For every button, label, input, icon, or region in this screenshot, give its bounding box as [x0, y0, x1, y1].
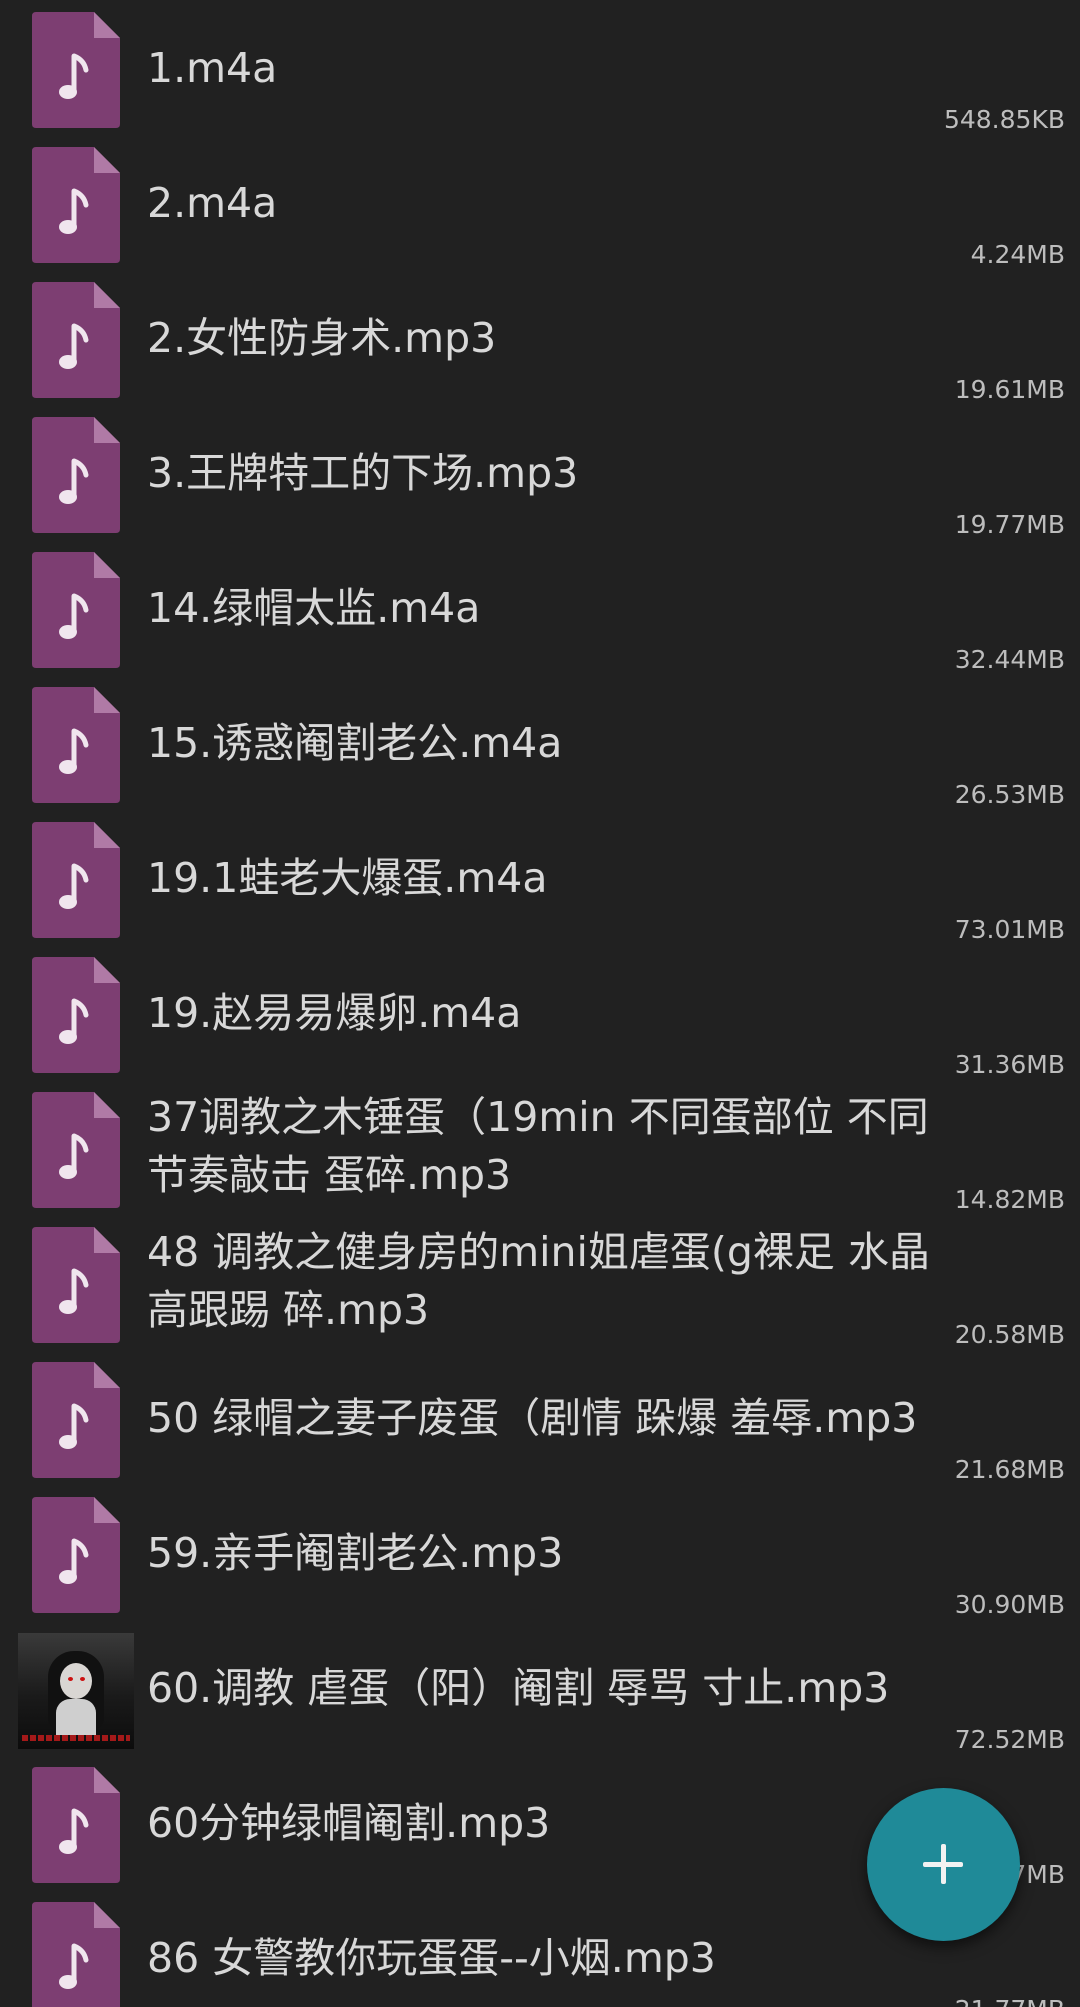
file-row[interactable]: 60.调教 虐蛋（阳）阉割 辱骂 寸止.mp3 72.52MB [0, 1620, 1080, 1755]
file-name: 2.女性防身术.mp3 [147, 270, 957, 405]
file-name-text: 2.m4a [147, 178, 278, 227]
music-file-icon [32, 822, 120, 938]
file-name-text: 60分钟绿帽阉割.mp3 [147, 1798, 551, 1847]
file-size: 26.53MB [954, 780, 1065, 809]
file-size: 73.01MB [954, 915, 1065, 944]
file-name: 86 女警教你玩蛋蛋--小烟.mp3 [147, 1890, 957, 2007]
music-file-icon [32, 552, 120, 668]
file-name-text: 14.绿帽太监.m4a [147, 583, 481, 632]
file-name: 19.1蛙老大爆蛋.m4a [147, 810, 957, 945]
file-row[interactable]: 2.m4a 4.24MB [0, 135, 1080, 270]
file-row[interactable]: 14.绿帽太监.m4a 32.44MB [0, 540, 1080, 675]
file-name: 50 绿帽之妻子废蛋（剧情 跺爆 羞辱.mp3 [147, 1350, 957, 1485]
file-size: 20.58MB [954, 1320, 1065, 1349]
file-size: 548.85KB [943, 105, 1065, 134]
file-row[interactable]: 19.赵易易爆卵.m4a 31.36MB [0, 945, 1080, 1080]
file-size: 30.90MB [954, 1590, 1065, 1619]
music-file-icon [32, 282, 120, 398]
file-browser: 1.m4a 548.85KB 2.m4a 4.24MB 2.女性防身术.mp3 19.61… [0, 0, 1080, 2007]
file-name: 37调教之木锤蛋（19min 不同蛋部位 不同节奏敲击 蛋碎.mp3 [147, 1080, 957, 1215]
file-size: 21.68MB [954, 1455, 1065, 1484]
file-name-text: 19.赵易易爆卵.m4a [147, 988, 522, 1037]
plus-icon-vertical [941, 1844, 946, 1884]
file-size: 72.52MB [954, 1725, 1065, 1754]
file-name-text: 60.调教 虐蛋（阳）阉割 辱骂 寸止.mp3 [147, 1663, 890, 1712]
music-file-icon [32, 1767, 120, 1883]
music-file-icon [32, 12, 120, 128]
file-size: 19.77MB [954, 510, 1065, 539]
file-name-text: 19.1蛙老大爆蛋.m4a [147, 853, 548, 902]
music-file-icon [32, 1092, 120, 1208]
file-name-text: 15.诱惑阉割老公.m4a [147, 718, 563, 767]
file-name: 15.诱惑阉割老公.m4a [147, 675, 957, 810]
file-name-text: 59.亲手阉割老公.mp3 [147, 1528, 564, 1577]
file-size: 21.77MB [955, 1995, 1065, 2007]
album-art-thumbnail [18, 1633, 134, 1749]
file-row[interactable]: 37调教之木锤蛋（19min 不同蛋部位 不同节奏敲击 蛋碎.mp3 14.82M… [0, 1080, 1080, 1215]
file-row[interactable]: 3.王牌特工的下场.mp3 19.77MB [0, 405, 1080, 540]
file-size: 31.36MB [954, 1050, 1065, 1079]
music-file-icon [32, 1497, 120, 1613]
music-file-icon [32, 1902, 120, 2007]
file-name: 59.亲手阉割老公.mp3 [147, 1485, 957, 1620]
file-row[interactable]: 59.亲手阉割老公.mp3 30.90MB [0, 1485, 1080, 1620]
file-name-text: 37调教之木锤蛋（19min 不同蛋部位 不同节奏敲击 蛋碎.mp3 [147, 1093, 929, 1199]
music-file-icon [32, 1227, 120, 1343]
music-file-icon [32, 957, 120, 1073]
file-name: 48 调教之健身房的mini姐虐蛋(g裸足 水晶高跟踢 碎.mp3 [147, 1215, 957, 1350]
file-size: 14.82MB [954, 1185, 1065, 1214]
file-row[interactable]: 15.诱惑阉割老公.m4a 26.53MB [0, 675, 1080, 810]
music-file-icon [32, 417, 120, 533]
file-name-text: 48 调教之健身房的mini姐虐蛋(g裸足 水晶高跟踢 碎.mp3 [147, 1228, 930, 1334]
file-name: 60分钟绿帽阉割.mp3 [147, 1755, 957, 1890]
music-file-icon [32, 147, 120, 263]
file-name: 19.赵易易爆卵.m4a [147, 945, 957, 1080]
file-name: 60.调教 虐蛋（阳）阉割 辱骂 寸止.mp3 [147, 1620, 957, 1755]
add-button[interactable] [867, 1788, 1020, 1941]
file-row[interactable]: 2.女性防身术.mp3 19.61MB [0, 270, 1080, 405]
file-size: 19.61MB [954, 375, 1065, 404]
file-name-text: 2.女性防身术.mp3 [147, 313, 497, 362]
file-size: 4.24MB [970, 240, 1065, 269]
file-name-text: 86 女警教你玩蛋蛋--小烟.mp3 [147, 1933, 716, 1982]
music-file-icon [32, 687, 120, 803]
file-name: 14.绿帽太监.m4a [147, 540, 957, 675]
music-file-icon [32, 1362, 120, 1478]
file-name: 1.m4a [147, 0, 957, 135]
file-row[interactable]: 48 调教之健身房的mini姐虐蛋(g裸足 水晶高跟踢 碎.mp3 20.58MB [0, 1215, 1080, 1350]
file-name: 2.m4a [147, 135, 957, 270]
file-name-text: 1.m4a [147, 43, 278, 92]
file-name-text: 3.王牌特工的下场.mp3 [147, 448, 579, 497]
file-name: 3.王牌特工的下场.mp3 [147, 405, 957, 540]
file-size: 32.44MB [954, 645, 1065, 674]
file-row[interactable]: 50 绿帽之妻子废蛋（剧情 跺爆 羞辱.mp3 21.68MB [0, 1350, 1080, 1485]
file-name-text: 50 绿帽之妻子废蛋（剧情 跺爆 羞辱.mp3 [147, 1393, 918, 1442]
file-list: 1.m4a 548.85KB 2.m4a 4.24MB 2.女性防身术.mp3 19.61… [0, 0, 1080, 2007]
file-row[interactable]: 19.1蛙老大爆蛋.m4a 73.01MB [0, 810, 1080, 945]
file-row[interactable]: 1.m4a 548.85KB [0, 0, 1080, 135]
